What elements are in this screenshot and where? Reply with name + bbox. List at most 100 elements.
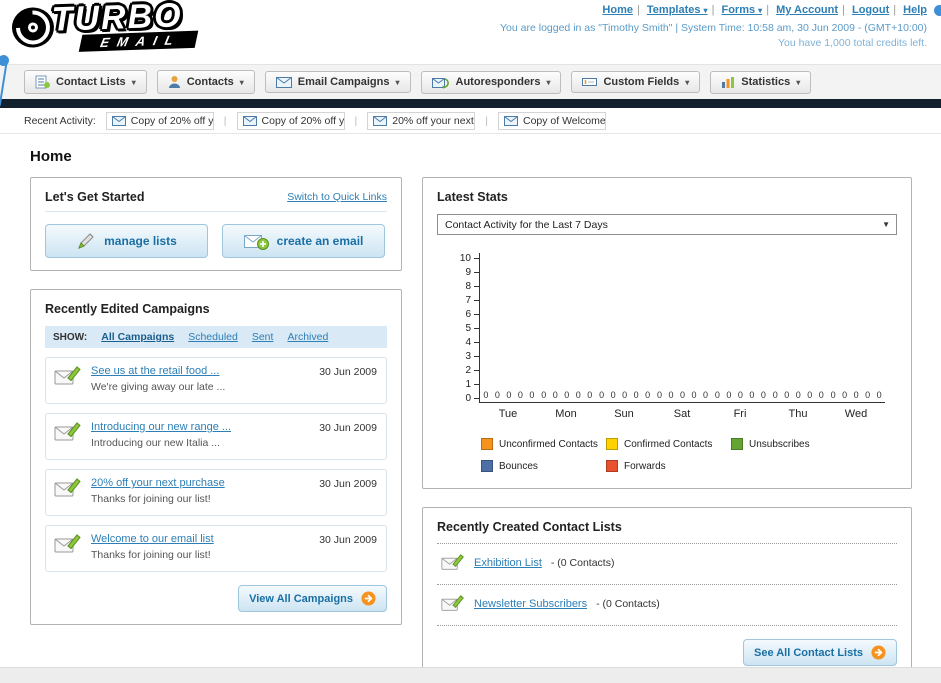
x-axis-label: Wed: [844, 408, 868, 420]
chart-value-labels: 0 0 0 0 0: [483, 390, 535, 400]
page-title: Home: [30, 148, 72, 165]
arrow-right-icon: [361, 591, 376, 606]
tab-contact-lists[interactable]: Contact Lists ▾: [24, 70, 147, 94]
see-all-contact-lists-button[interactable]: See All Contact Lists: [742, 639, 897, 666]
campaign-subtitle: Introducing our new Italia ...: [91, 437, 220, 449]
chart-value-labels: 0 0 0 0 0: [541, 390, 593, 400]
contacts-icon: [168, 75, 181, 89]
email-campaigns-icon: [275, 76, 292, 88]
y-tick: 6: [437, 309, 479, 320]
right-column: Latest Stats Contact Activity for the La…: [422, 177, 912, 679]
y-tick: 7: [437, 295, 479, 306]
activity-divider: |: [223, 114, 227, 127]
filter-sent[interactable]: Sent: [252, 331, 274, 343]
recent-activity-item[interactable]: 20% off your next: [367, 111, 476, 130]
stats-period-dropdown[interactable]: Contact Activity for the Last 7 Days ▼: [437, 214, 897, 235]
link-templates-label: Templates: [646, 4, 701, 16]
contact-lists-title: Recently Created Contact Lists: [437, 520, 622, 534]
campaign-row[interactable]: Welcome to our email list Thanks for joi…: [45, 525, 387, 572]
recent-activity-item[interactable]: Copy of 20% off yo: [236, 111, 345, 130]
custom-fields-icon: [582, 76, 598, 88]
contact-list-name-link[interactable]: Newsletter Subscribers: [474, 598, 587, 610]
link-separator: |: [636, 4, 640, 16]
campaign-title-link[interactable]: Welcome to our email list: [91, 533, 214, 545]
link-logout[interactable]: Logout: [852, 4, 889, 16]
chart-plot: 0 0 0 0 0 0 0 0 0 0 0 0 0 0 0 0 0 0 0 0 0 0 …: [479, 253, 885, 403]
contact-activity-chart: 10 9 8 7 6 5 4 3 2 1 0 0 0 0 0 00 0 0 0 00 0 0 0 0…: [437, 253, 897, 404]
chevron-down-icon: ▾: [685, 77, 690, 87]
contact-list-name-link[interactable]: Exhibition List: [474, 557, 542, 569]
latest-stats-title: Latest Stats: [437, 190, 508, 204]
recent-activity-item[interactable]: Copy of 20% off yo: [105, 111, 214, 130]
tab-statistics[interactable]: Statistics ▾: [710, 70, 812, 94]
campaigns-title: Recently Edited Campaigns: [45, 302, 210, 316]
get-started-title: Let's Get Started: [45, 190, 145, 204]
envelope-icon: [373, 115, 388, 126]
campaign-title-link[interactable]: See us at the retail food ...: [91, 365, 225, 377]
chart-value-labels: 0 0 0 0 0: [599, 390, 651, 400]
legend-item: Bounces: [481, 460, 606, 472]
link-my-account[interactable]: My Account: [776, 4, 838, 16]
tab-label: Custom Fields: [603, 76, 680, 88]
campaign-title-link[interactable]: Introducing our new range ...: [91, 421, 231, 433]
y-tick: 10: [437, 253, 479, 264]
filter-scheduled[interactable]: Scheduled: [188, 331, 238, 343]
legend-swatch: [481, 438, 493, 450]
contact-list-row[interactable]: Exhibition List - (0 Contacts): [437, 544, 897, 575]
envelope-pencil-icon: [54, 365, 82, 387]
tab-autoresponders[interactable]: Autoresponders ▾: [420, 70, 562, 94]
tab-label: Email Campaigns: [297, 76, 390, 88]
recent-activity-item[interactable]: Copy of Welcome to: [497, 111, 606, 130]
filter-archived[interactable]: Archived: [287, 331, 328, 343]
tab-contacts[interactable]: Contacts ▾: [156, 70, 255, 94]
y-tick: 9: [437, 267, 479, 278]
link-help[interactable]: Help: [903, 4, 927, 16]
tab-email-campaigns[interactable]: Email Campaigns ▾: [264, 71, 411, 93]
y-tick: 5: [437, 323, 479, 334]
link-separator: |: [711, 4, 715, 16]
link-separator: |: [766, 4, 770, 16]
switch-quick-links-link[interactable]: Switch to Quick Links: [287, 191, 387, 203]
chevron-down-icon: ▾: [395, 77, 400, 87]
chevron-down-icon: ▾: [796, 77, 801, 87]
campaigns-filter-bar: SHOW: All Campaigns Scheduled Sent Archi…: [45, 326, 387, 348]
chart-category-column: 0 0 0 0 0: [596, 253, 654, 402]
link-forms[interactable]: Forms ▾: [721, 4, 762, 16]
link-templates[interactable]: Templates ▾: [647, 4, 708, 16]
campaign-row[interactable]: 20% off your next purchase Thanks for jo…: [45, 469, 387, 516]
tab-custom-fields[interactable]: Custom Fields ▾: [571, 71, 701, 93]
activity-divider: |: [354, 114, 358, 127]
campaign-date: 30 Jun 2009: [319, 366, 377, 378]
tab-label: Contact Lists: [56, 76, 126, 88]
y-tick: 8: [437, 281, 479, 292]
chart-category-column: 0 0 0 0 0: [538, 253, 596, 402]
create-email-button[interactable]: create an email: [222, 224, 385, 258]
legend-label: Bounces: [499, 460, 538, 472]
chart-category-column: 0 0 0 0 0: [480, 253, 538, 402]
x-axis-label: Tue: [498, 408, 518, 420]
main-nav: Contact Lists ▾ Contacts ▾ Email Campaig…: [0, 64, 941, 99]
tab-label: Autoresponders: [455, 76, 541, 88]
campaign-row[interactable]: See us at the retail food ... We're givi…: [45, 357, 387, 404]
view-all-campaigns-button[interactable]: View All Campaigns: [238, 585, 387, 612]
envelope-pencil-icon: [54, 533, 82, 555]
contact-list-row[interactable]: Newsletter Subscribers - (0 Contacts): [437, 585, 897, 616]
stats-dropdown-value: Contact Activity for the Last 7 Days: [445, 218, 608, 231]
link-home[interactable]: Home: [602, 4, 633, 16]
logo-word-email: EMAIL: [78, 30, 199, 52]
chevron-down-icon: ▾: [703, 6, 708, 15]
campaign-title-link[interactable]: 20% off your next purchase: [91, 477, 225, 489]
envelope-pencil-icon: [54, 477, 82, 499]
link-separator: |: [893, 4, 897, 16]
app-logo[interactable]: TURBO EMAIL: [9, 0, 199, 55]
campaign-row[interactable]: Introducing our new range ... Introducin…: [45, 413, 387, 460]
chart-value-labels: 0 0 0 0 0: [656, 390, 709, 400]
show-label: SHOW:: [53, 331, 88, 343]
legend-item: Unconfirmed Contacts: [481, 438, 606, 450]
filter-all-campaigns[interactable]: All Campaigns: [101, 331, 174, 343]
dotted-divider: [437, 625, 897, 626]
legend-item: Confirmed Contacts: [606, 438, 731, 450]
manage-lists-button[interactable]: manage lists: [45, 224, 208, 258]
campaign-date: 30 Jun 2009: [319, 478, 377, 490]
logo-word-turbo: TURBO: [51, 0, 184, 39]
